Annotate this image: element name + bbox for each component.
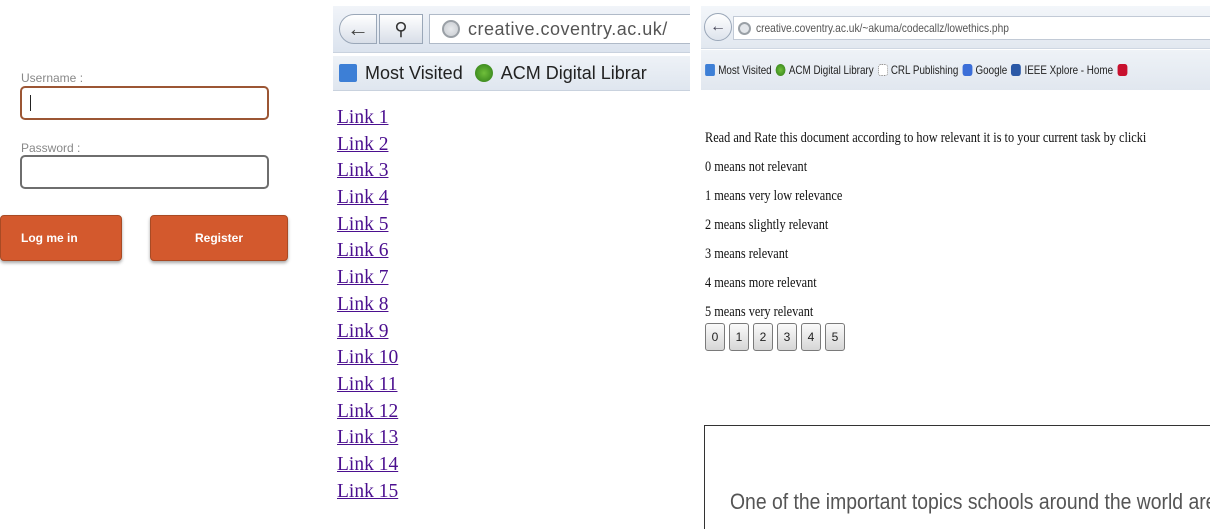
browser-toolbar: ← ⚲ creative.coventry.ac.uk/	[333, 6, 690, 53]
page-icon	[877, 64, 888, 76]
ieee-icon	[1011, 64, 1022, 76]
rating-instructions: Read and Rate this document according to…	[705, 128, 1210, 331]
login-panel: Username : Password : Log me in Register	[0, 0, 330, 529]
address-bar[interactable]: creative.coventry.ac.uk/	[429, 14, 690, 44]
bookmarks-bar: Most Visited ACM Digital Librar	[333, 56, 690, 91]
link-item[interactable]: Link 11	[337, 372, 398, 399]
rating-button-3[interactable]: 3	[777, 323, 797, 351]
link-item[interactable]: Link 15	[337, 479, 398, 506]
bookmark-crl[interactable]: CRL Publishing	[891, 63, 958, 77]
scale-item: 4 means more relevant	[705, 275, 817, 291]
password-label: Password :	[21, 141, 81, 155]
scale-item: 2 means slightly relevant	[705, 217, 829, 233]
acm-icon	[474, 64, 493, 82]
bookmark-most-visited[interactable]: Most Visited	[718, 63, 771, 77]
bookmark-acm[interactable]: ACM Digital Library	[789, 63, 874, 77]
rating-button-0[interactable]: 0	[705, 323, 725, 351]
document-text: One of the important topics schools arou…	[730, 489, 1210, 514]
rating-browser-panel: ← creative.coventry.ac.uk/~akuma/codecal…	[701, 0, 1210, 529]
register-button[interactable]: Register	[150, 215, 288, 261]
back-arrow-icon[interactable]: ←	[704, 13, 732, 41]
text-caret	[30, 95, 31, 111]
instruction-text: Read and Rate this document according to…	[705, 130, 1147, 146]
rating-button-2[interactable]: 2	[753, 323, 773, 351]
link-item[interactable]: Link 3	[337, 158, 398, 185]
key-icon[interactable]: ⚲	[379, 14, 423, 44]
scale-item: 1 means very low relevance	[705, 188, 843, 204]
bookmark-ieee[interactable]: IEEE Xplore - Home	[1024, 63, 1113, 77]
link-item[interactable]: Link 6	[337, 238, 398, 265]
link-item[interactable]: Link 10	[337, 345, 398, 372]
scale-item: 3 means relevant	[705, 246, 789, 262]
password-input[interactable]	[20, 155, 269, 189]
link-item[interactable]: Link 8	[337, 292, 398, 319]
link-item[interactable]: Link 1	[337, 105, 398, 132]
url-text: creative.coventry.ac.uk/	[468, 18, 668, 39]
rating-button-1[interactable]: 1	[729, 323, 749, 351]
most-visited-icon	[339, 64, 357, 82]
rating-button-5[interactable]: 5	[825, 323, 845, 351]
links-browser-panel: ← ⚲ creative.coventry.ac.uk/ Most Visite…	[333, 0, 690, 529]
acm-icon	[775, 64, 786, 76]
url-text: creative.coventry.ac.uk/~akuma/codecallz…	[756, 21, 1009, 35]
link-item[interactable]: Link 12	[337, 399, 398, 426]
link-item[interactable]: Link 5	[337, 212, 398, 239]
rating-buttons: 0 1 2 3 4 5	[705, 323, 849, 351]
rating-button-4[interactable]: 4	[801, 323, 821, 351]
link-item[interactable]: Link 13	[337, 425, 398, 452]
link-item[interactable]: Link 9	[337, 319, 398, 346]
most-visited-icon	[705, 64, 715, 76]
back-arrow-icon[interactable]: ←	[339, 14, 377, 44]
youtube-icon[interactable]	[1117, 64, 1128, 76]
username-label: Username :	[21, 71, 84, 85]
address-bar[interactable]: creative.coventry.ac.uk/~akuma/codecallz…	[733, 16, 1210, 40]
link-item[interactable]: Link 7	[337, 265, 398, 292]
links-list: Link 1 Link 2 Link 3 Link 4 Link 5 Link 6 Link…	[337, 105, 398, 505]
login-button[interactable]: Log me in	[0, 215, 122, 261]
google-icon	[962, 64, 973, 76]
scale-item: 0 means not relevant	[705, 159, 808, 175]
link-item[interactable]: Link 4	[337, 185, 398, 212]
bookmark-acm[interactable]: ACM Digital Librar	[501, 63, 647, 84]
username-input[interactable]	[20, 86, 269, 120]
link-item[interactable]: Link 2	[337, 132, 398, 159]
bookmarks-bar: Most Visited ACM Digital Library CRL Pub…	[701, 50, 1210, 90]
browser-toolbar: ← creative.coventry.ac.uk/~akuma/codecal…	[701, 6, 1210, 49]
bookmark-google[interactable]: Google	[976, 63, 1008, 77]
globe-icon	[738, 21, 751, 35]
link-item[interactable]: Link 14	[337, 452, 398, 479]
globe-icon	[442, 20, 460, 38]
bookmark-most-visited[interactable]: Most Visited	[365, 63, 463, 84]
